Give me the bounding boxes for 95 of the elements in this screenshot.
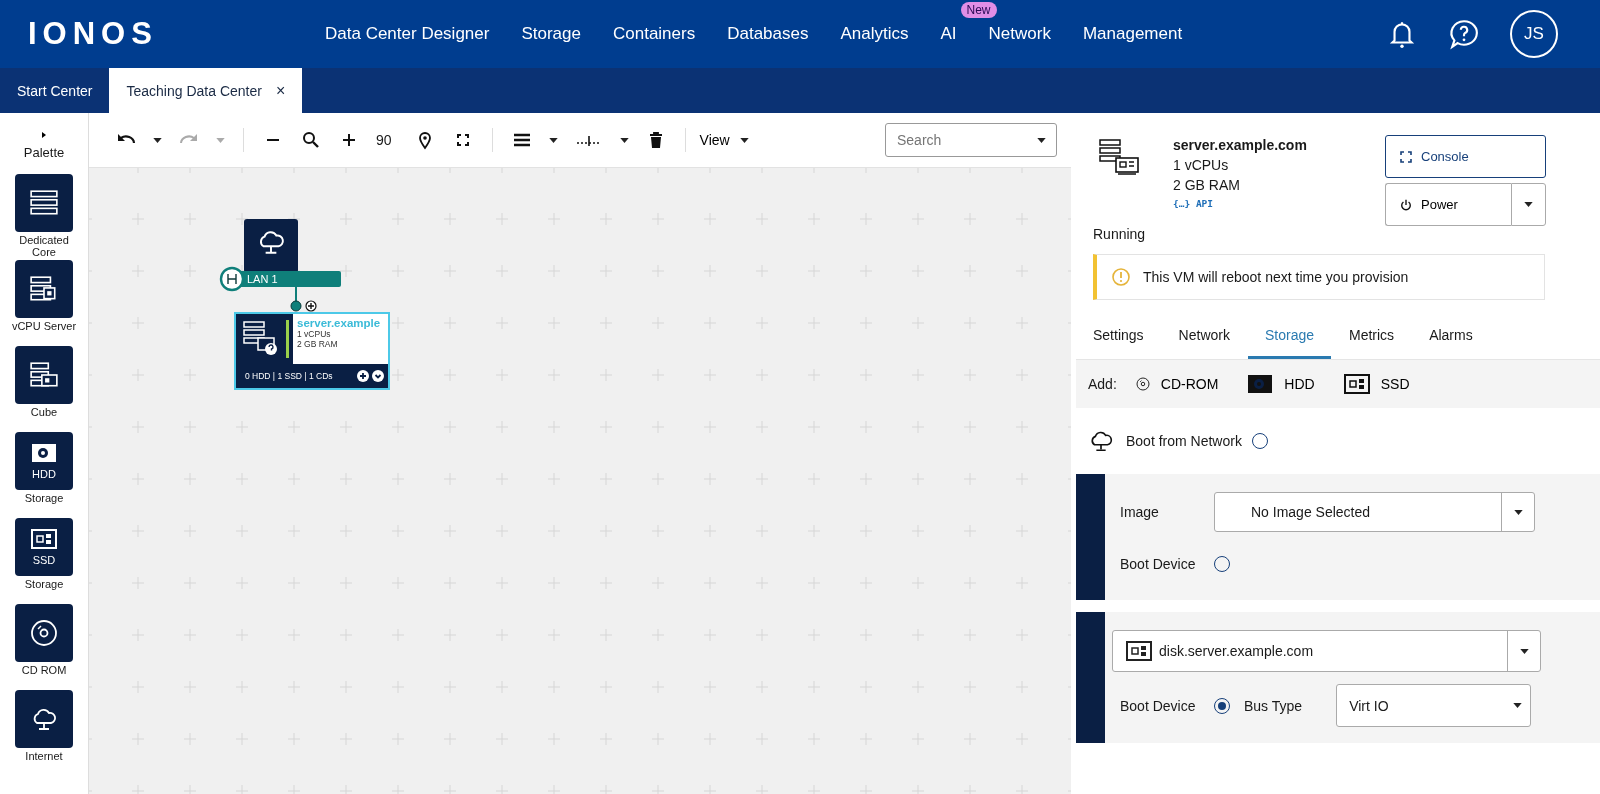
dropdown-caret-icon [548, 137, 558, 143]
add-storage-button[interactable]: SSD [1342, 373, 1410, 395]
server-icon [29, 361, 59, 389]
bus-type-dropdown[interactable]: Virt IO [1336, 684, 1532, 727]
server-ram: 2 GB RAM [1173, 177, 1241, 193]
palette-label: Internet [24, 750, 64, 762]
fullscreen-icon [1400, 150, 1412, 163]
internet-node[interactable] [244, 219, 298, 273]
warning-icon [1111, 267, 1131, 287]
help-icon[interactable] [1448, 18, 1480, 50]
close-icon[interactable]: × [275, 81, 286, 100]
palette-label: vCPU Server [10, 320, 78, 332]
tile-label: HDD [32, 468, 56, 480]
dropdown-caret-icon [1513, 703, 1523, 708]
dropdown-caret-icon [153, 137, 162, 143]
nav-link[interactable]: Containers [612, 24, 696, 44]
status-text: Running [1093, 226, 1147, 242]
server-icon [29, 275, 59, 303]
server-icon [240, 318, 280, 358]
bus-type-label: Bus Type [1244, 697, 1303, 714]
tab[interactable]: Alarms [1412, 317, 1490, 359]
disk-dropdown[interactable]: disk.server.example.com [1112, 630, 1541, 672]
disc-icon [1134, 377, 1151, 391]
dropdown-caret-icon [739, 137, 749, 143]
server-cpu: 1 vCPUs [297, 329, 332, 339]
palette-label: Cube [29, 406, 59, 418]
switch-icon[interactable] [219, 266, 245, 292]
expand-arrow-icon[interactable] [42, 132, 46, 138]
tab[interactable]: Settings [1076, 317, 1161, 359]
palette-tile[interactable] [15, 174, 73, 232]
server-node[interactable]: server.example 1 vCPUs 2 GB RAM 0 HDD | 1 SSD | 1 CDs [234, 312, 390, 390]
server-cpu: 1 vCPUs [1173, 157, 1230, 173]
add-icon[interactable] [357, 370, 369, 382]
tab[interactable]: Network [1161, 317, 1247, 359]
search-icon[interactable] [301, 130, 321, 150]
server-name: server.example [297, 317, 382, 329]
add-storage-button[interactable]: CD-ROM [1134, 376, 1219, 392]
disc-icon [29, 619, 59, 647]
palette-label: Dedicated Core [18, 234, 70, 258]
nav-link[interactable]: Network [988, 24, 1051, 44]
nav-link[interactable]: Management [1082, 24, 1183, 44]
nav-link[interactable]: Data Center Designer [325, 24, 490, 44]
expand-icon[interactable] [372, 370, 384, 382]
solid-state-drive-icon [30, 528, 58, 550]
server-name: server.example.com [1173, 137, 1308, 153]
dropdown-caret-icon [1524, 202, 1533, 207]
search-dropdown[interactable]: Search [885, 123, 1057, 157]
add-port-icon[interactable] [305, 300, 317, 312]
boot-device-label: Boot Device [1120, 697, 1197, 714]
server-icon [29, 189, 59, 217]
palette-label: CD ROM [20, 664, 68, 676]
dropdown-caret-icon [1513, 509, 1523, 515]
warning-text: This VM will reboot next time you provision [1143, 269, 1409, 285]
solid-state-drive-icon [1125, 640, 1153, 662]
search-input[interactable]: Search [895, 131, 1029, 149]
user-avatar[interactable]: JS [1510, 10, 1558, 58]
dropdown-caret-icon [1519, 648, 1529, 654]
boot-from-network-label: Boot from Network [1126, 433, 1242, 449]
image-dropdown[interactable]: No Image Selected [1214, 492, 1535, 532]
nav-link[interactable]: Storage [521, 24, 581, 44]
palette-title: Palette [23, 145, 65, 160]
zoom-level: 90 [376, 132, 392, 148]
boot-device-label: Boot Device [1120, 556, 1197, 572]
palette-label: Storage [23, 578, 65, 590]
logo[interactable]: IONOS [28, 16, 325, 52]
connection-line [290, 287, 302, 312]
solid-state-drive-icon [1342, 373, 1371, 395]
tab[interactable]: Teaching Data Center × [109, 68, 303, 113]
new-badge: New [960, 2, 997, 18]
tile-label: SSD [32, 554, 56, 566]
add-label: Add: [1088, 376, 1117, 392]
dropdown-caret-icon [1037, 137, 1046, 143]
image-label: Image [1120, 504, 1160, 520]
lan-bar[interactable]: LAN 1 [241, 271, 341, 287]
palette-tile[interactable] [15, 346, 73, 404]
tab[interactable]: Metrics [1332, 317, 1412, 359]
power-button[interactable]: Power [1385, 183, 1511, 226]
palette-tile[interactable] [15, 604, 73, 662]
nav-link[interactable]: Analytics [840, 24, 909, 44]
dropdown-caret-icon [216, 137, 225, 143]
palette-tile[interactable] [15, 690, 73, 748]
nav-link[interactable]: Databases [727, 24, 809, 44]
palette-tile[interactable]: HDD [15, 432, 73, 490]
palette-tile[interactable]: SSD [15, 518, 73, 576]
dropdown-caret-icon [619, 137, 629, 143]
api-link[interactable]: {…} API [1173, 198, 1385, 209]
power-icon [1400, 198, 1412, 211]
server-ram: 2 GB RAM [297, 339, 339, 349]
add-storage-button[interactable]: HDD [1246, 373, 1315, 395]
palette-tile[interactable] [15, 260, 73, 318]
console-button[interactable]: Console [1385, 135, 1546, 178]
palette-label: Storage [23, 492, 65, 504]
storage-summary: 0 HDD | 1 SSD | 1 CDs [245, 371, 334, 381]
view-menu-button[interactable]: View [695, 132, 732, 148]
tab[interactable]: Start Center [0, 68, 110, 113]
